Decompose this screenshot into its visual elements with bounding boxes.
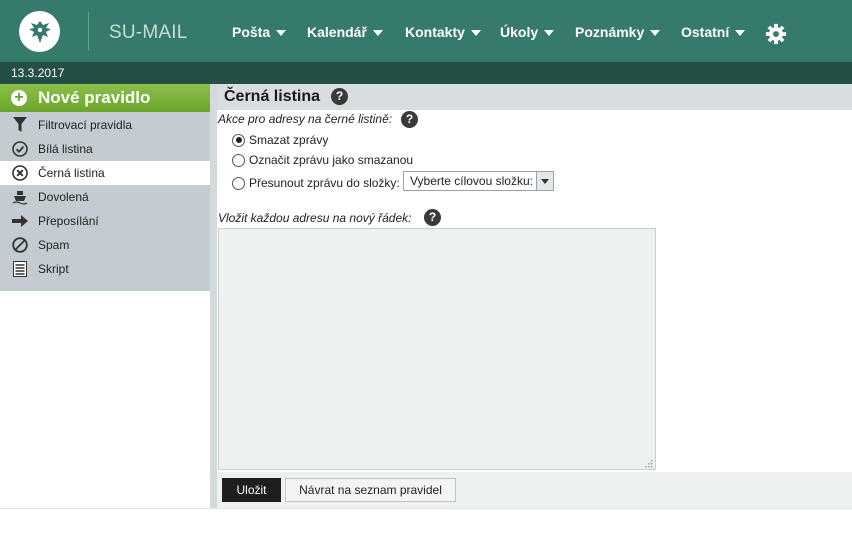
sidebar-item-label: Skript	[38, 262, 69, 276]
caret-down-icon	[544, 29, 555, 36]
sidebar-item-whitelist[interactable]: Bílá listina	[0, 137, 210, 161]
check-circle-icon	[11, 140, 29, 158]
option-delete-label: Smazat zprávy	[249, 133, 329, 147]
sidebar-item-vacation[interactable]: Dovolená	[0, 185, 210, 209]
nav-ukoly-label: Úkoly	[500, 24, 539, 40]
sidebar-item-label: Černá listina	[38, 166, 105, 180]
nav-kalendar-label: Kalendář	[307, 24, 367, 40]
caret-down-icon	[372, 29, 383, 36]
ship-icon	[11, 188, 29, 206]
app-title: SU-MAIL	[109, 22, 188, 43]
option-move-to-folder[interactable]: Přesunout zprávu do složky:	[232, 176, 400, 190]
nav-kontakty-label: Kontakty	[405, 24, 465, 40]
sidebar-item-label: Přeposílání	[38, 214, 99, 228]
nav-posta[interactable]: Pošta	[232, 24, 287, 40]
save-button[interactable]: Uložit	[222, 478, 281, 502]
main-header: Černá listina ?	[217, 84, 852, 110]
plus-icon: +	[11, 90, 27, 106]
nav-poznamky[interactable]: Poznámky	[575, 24, 661, 40]
sidebar-item-label: Filtrovací pravidla	[38, 118, 133, 132]
top-header: SU-MAIL Pošta Kalendář Kontakty Úkoly Po…	[0, 0, 852, 62]
action-label: Akce pro adresy na černé listině:	[218, 112, 393, 126]
nav-posta-label: Pošta	[232, 24, 271, 40]
funnel-icon	[11, 116, 29, 134]
page-title: Černá listina	[224, 88, 321, 105]
option-mark-deleted-label: Označit zprávu jako smazanou	[249, 153, 414, 167]
nav-ostatni-label: Ostatní	[681, 24, 730, 40]
target-folder-value: Vyberte cílovou složku:	[410, 174, 533, 188]
gear-icon[interactable]	[765, 23, 787, 45]
caret-down-icon	[735, 29, 746, 36]
help-icon[interactable]: ?	[424, 209, 441, 226]
caret-down-icon	[650, 29, 661, 36]
sidebar-item-filter-rules[interactable]: Filtrovací pravidla	[0, 113, 210, 137]
sidebar-item-forwarding[interactable]: Přeposílání	[0, 209, 210, 233]
resize-grip-icon[interactable]	[645, 460, 653, 468]
sidebar-divider[interactable]	[210, 84, 217, 508]
x-circle-icon	[11, 164, 29, 182]
option-mark-deleted[interactable]: Označit zprávu jako smazanou	[232, 153, 413, 167]
nav-ostatni[interactable]: Ostatní	[681, 24, 746, 40]
logo[interactable]	[19, 11, 60, 52]
option-move-label: Přesunout zprávu do složky:	[249, 176, 400, 190]
eagle-emblem-icon	[28, 20, 51, 43]
new-rule-label: Nové pravidlo	[38, 88, 151, 107]
date-bar: 13.3.2017	[0, 62, 852, 84]
target-folder-select[interactable]: Vyberte cílovou složku:	[403, 171, 554, 191]
nav-kontakty[interactable]: Kontakty	[405, 24, 481, 40]
nav-kalendar[interactable]: Kalendář	[307, 24, 383, 40]
chevron-down-icon[interactable]	[536, 172, 553, 190]
sidebar: + Nové pravidlo Filtrovací pravidla Bílá…	[0, 84, 210, 291]
back-to-rules-button[interactable]: Návrat na seznam pravidel	[285, 478, 456, 502]
addresses-label: Vložit každou adresu na nový řádek:	[218, 211, 412, 225]
sidebar-item-label: Dovolená	[38, 190, 89, 204]
no-entry-icon	[11, 236, 29, 254]
bottom-divider	[0, 508, 852, 509]
sidebar-item-blacklist[interactable]: Černá listina	[0, 161, 210, 185]
logo-separator	[88, 12, 89, 51]
sidebar-item-script[interactable]: Skript	[0, 257, 210, 281]
delete-radio[interactable]	[232, 133, 245, 147]
option-delete[interactable]: Smazat zprávy	[232, 133, 328, 147]
help-icon[interactable]: ?	[401, 111, 418, 128]
sidebar-item-label: Spam	[38, 238, 70, 252]
current-date: 13.3.2017	[11, 66, 65, 80]
nav-poznamky-label: Poznámky	[575, 24, 645, 40]
sidebar-item-spam[interactable]: Spam	[0, 233, 210, 257]
script-icon	[11, 260, 29, 278]
move-to-folder-radio[interactable]	[232, 176, 245, 190]
addresses-textarea[interactable]	[218, 228, 656, 470]
mark-deleted-radio[interactable]	[232, 153, 245, 167]
caret-down-icon	[276, 29, 287, 36]
new-rule-button[interactable]: + Nové pravidlo	[0, 84, 210, 112]
help-icon[interactable]: ?	[331, 88, 348, 105]
arrow-right-icon	[11, 212, 29, 230]
caret-down-icon	[470, 29, 481, 36]
nav-ukoly[interactable]: Úkoly	[500, 24, 555, 40]
sidebar-item-label: Bílá listina	[38, 142, 93, 156]
